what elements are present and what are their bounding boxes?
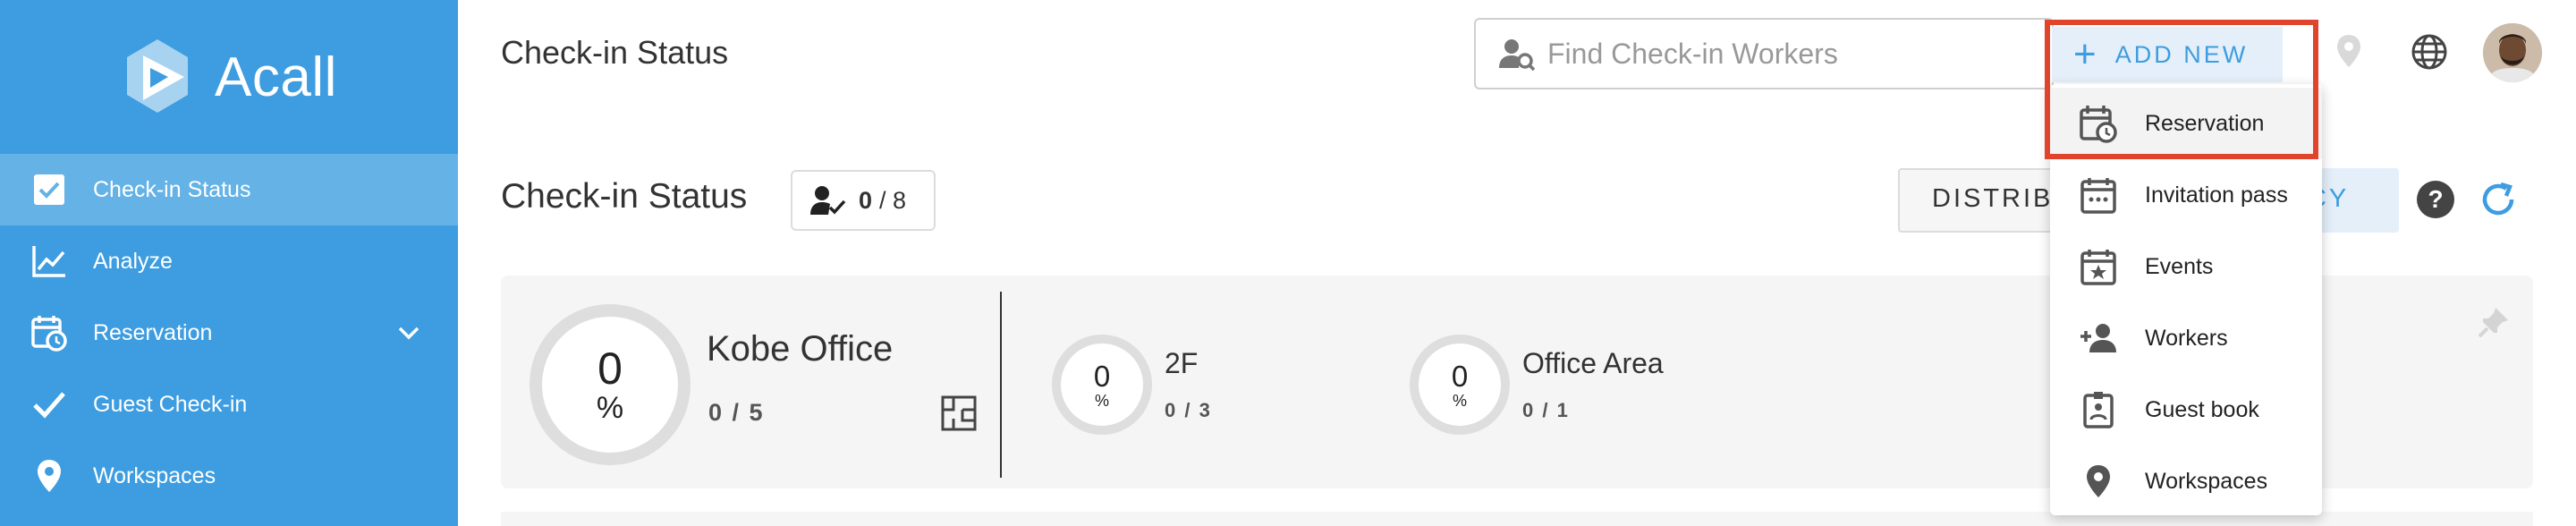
brand-name: Acall (215, 46, 337, 108)
sidebar-item-check-in-status[interactable]: Check-in Status (0, 154, 458, 225)
office-occupancy-ring: 0 % (530, 304, 691, 465)
brand[interactable]: Acall (116, 32, 337, 122)
worker-total: / 8 (879, 186, 907, 214)
sidebar-nav: Check-in Status Analyze Reservation Gues… (0, 154, 458, 512)
sidebar-item-label: Reservation (93, 319, 213, 345)
card-divider (1000, 292, 1002, 478)
page-title: Check-in Status (501, 34, 729, 71)
menu-item-workspaces[interactable]: Workspaces (2050, 445, 2322, 517)
sidebar-item-label: Check-in Status (93, 176, 251, 202)
menu-item-guest-book[interactable]: Guest book (2050, 374, 2322, 445)
section-title: Check-in Status (501, 177, 748, 216)
menu-item-events[interactable]: Events (2050, 231, 2322, 302)
menu-item-label: Workers (2145, 325, 2228, 351)
person-check-icon (810, 186, 846, 215)
search-box[interactable] (1474, 18, 2054, 89)
floor-plan-icon[interactable] (941, 395, 977, 431)
worker-count-badge: 0 / 8 (791, 170, 936, 231)
area-count-office: 0 / 1 (1522, 399, 1570, 421)
search-input[interactable] (1547, 37, 2012, 71)
sidebar: Acall Check-in Status Analyze Reservatio… (0, 0, 458, 526)
worker-count: 0 (859, 186, 873, 214)
menu-item-invitation-pass[interactable]: Invitation pass (2050, 159, 2322, 231)
area-name-office: Office Area (1522, 347, 1664, 379)
add-new-button[interactable]: + ADD NEW (2052, 27, 2283, 82)
calendar-clock-icon (29, 312, 70, 353)
area-percent-sign: % (1094, 391, 1109, 410)
menu-item-workers[interactable]: Workers (2050, 302, 2322, 374)
chevron-down-icon[interactable] (395, 319, 422, 346)
area-2f-occupancy-ring: 0 % (1052, 335, 1152, 435)
menu-item-reservation[interactable]: Reservation (2050, 88, 2322, 159)
checkmark-icon (29, 384, 70, 425)
area-count-2f: 0 / 3 (1165, 399, 1212, 421)
menu-item-label: Guest book (2145, 396, 2259, 422)
menu-item-label: Events (2145, 253, 2214, 279)
area-percent-sign: % (1452, 391, 1467, 410)
avatar[interactable] (2483, 23, 2542, 82)
user-avatar-icon (2483, 23, 2542, 82)
app-root: Acall Check-in Status Analyze Reservatio… (0, 0, 2576, 526)
help-icon[interactable]: ? (2415, 179, 2456, 220)
area-percent: 0 (1451, 359, 1469, 393)
menu-item-label: Workspaces (2145, 468, 2268, 494)
area-percent: 0 (1093, 359, 1111, 393)
line-chart-icon (29, 241, 70, 282)
menu-item-label: Reservation (2145, 110, 2265, 136)
calendar-star-icon (2079, 247, 2118, 286)
location-pin-icon (2079, 462, 2118, 501)
checkbox-icon (29, 169, 70, 210)
area-name-2f: 2F (1165, 347, 1199, 379)
calendar-dots-icon (2079, 175, 2118, 215)
sidebar-item-workspaces[interactable]: Workspaces (0, 440, 458, 512)
pin-icon[interactable] (2476, 304, 2512, 340)
add-person-icon (2079, 318, 2118, 358)
office-percent-sign: % (596, 391, 624, 425)
sidebar-item-analyze[interactable]: Analyze (0, 225, 458, 297)
plus-icon: + (2073, 32, 2099, 76)
sidebar-item-label: Guest Check-in (93, 391, 248, 417)
svg-text:?: ? (2428, 185, 2443, 213)
office-name: Kobe Office (707, 329, 894, 369)
add-new-label: ADD NEW (2114, 40, 2249, 68)
acall-logo-icon (127, 39, 188, 113)
menu-item-label: Invitation pass (2145, 182, 2288, 208)
calendar-clock-icon (2079, 104, 2118, 143)
location-pin-icon (29, 455, 70, 496)
add-new-dropdown: Reservation Invitation pass Events Worke… (2050, 84, 2322, 515)
sidebar-item-label: Analyze (93, 248, 173, 274)
location-pin-icon[interactable] (2329, 32, 2368, 72)
office-percent: 0 (597, 344, 623, 394)
id-badge-icon (2079, 390, 2118, 429)
sidebar-item-reservation[interactable]: Reservation (0, 297, 458, 369)
office-count: 0 / 5 (708, 399, 765, 426)
sidebar-item-label: Workspaces (93, 462, 216, 488)
sidebar-item-guest-check-in[interactable]: Guest Check-in (0, 369, 458, 440)
refresh-icon[interactable] (2478, 179, 2519, 220)
area-office-occupancy-ring: 0 % (1410, 335, 1510, 435)
globe-icon[interactable] (2410, 32, 2449, 72)
search-person-icon (1499, 39, 1535, 72)
